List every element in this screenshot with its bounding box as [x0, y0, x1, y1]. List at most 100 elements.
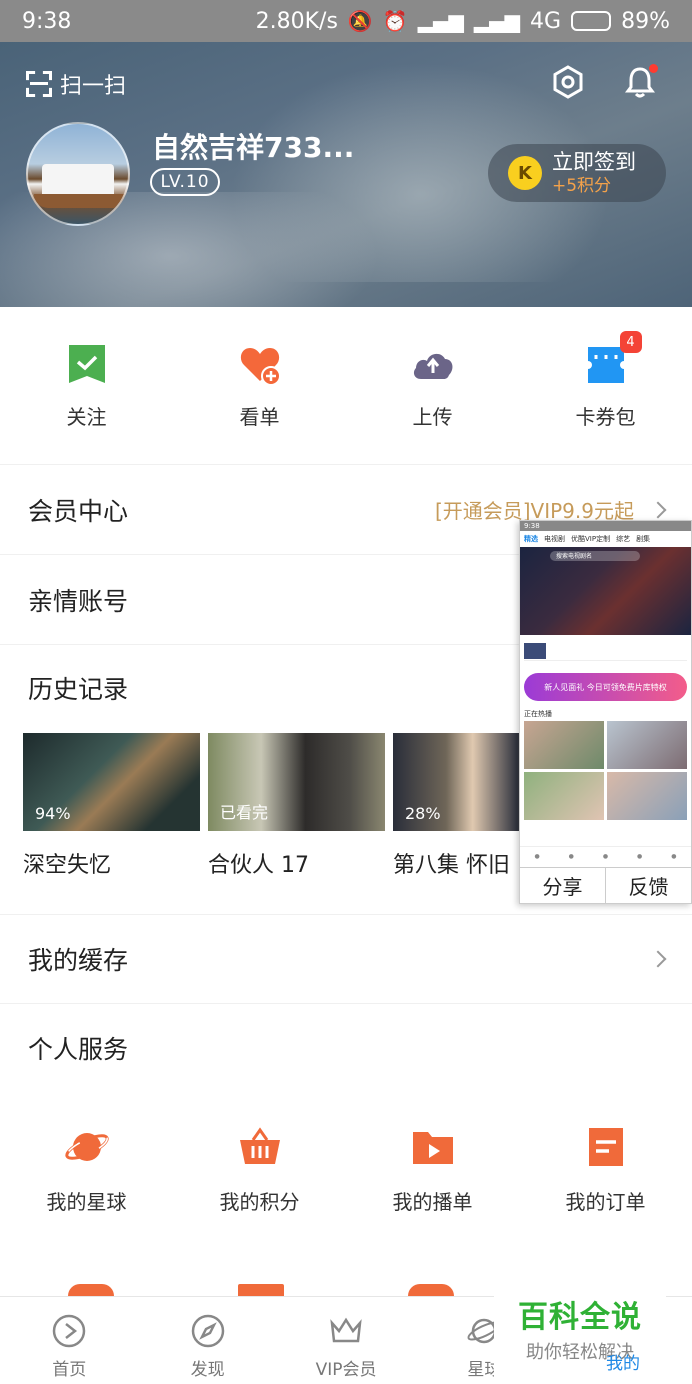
avatar-hull	[34, 194, 128, 208]
signal-icon-2: ▂▄▆	[473, 9, 521, 33]
history-progress: 28%	[405, 804, 441, 823]
watermark-title: 百科全说	[518, 1300, 642, 1335]
quick-label: 看单	[239, 405, 280, 429]
ticket-badge: 4	[619, 331, 642, 353]
history-progress: 已看完	[220, 803, 269, 822]
cloud-upload-icon	[413, 353, 452, 379]
heart-plus-icon	[240, 348, 281, 386]
mini-rows	[520, 635, 691, 667]
quick-watchlist[interactable]: 看单	[173, 307, 346, 464]
tab-label: VIP会员	[315, 1360, 377, 1380]
history-item[interactable]: 已看完 合伙人 17	[208, 733, 385, 879]
mini-tab: 优酷VIP定制	[571, 535, 611, 543]
tab-vip[interactable]: VIP会员	[277, 1297, 415, 1384]
service-orders[interactable]: 我的订单	[519, 1124, 692, 1215]
signin-button[interactable]: K 立即签到 +5积分	[488, 144, 666, 202]
screenshot-preview[interactable]: 9:38 精选 电视剧 优酷VIP定制 综艺 剧集 搜索电视剧名 新人见面礼 今…	[519, 520, 692, 904]
vip-center-title: 会员中心	[28, 496, 129, 526]
mini-hot-label: 正在热播	[524, 710, 552, 718]
history-list: 94% 深空失忆 已看完 合伙人 17 28% 第八集 怀旧	[23, 733, 570, 879]
mini-tab: 电视剧	[544, 535, 565, 543]
tab-discover[interactable]: 发现	[138, 1297, 276, 1384]
quick-actions: 关注 看单 上传 4 卡券包	[0, 307, 692, 465]
share-button[interactable]: 分享	[520, 868, 606, 903]
ticket-icon-wrap: 4	[583, 331, 642, 387]
status-bar: 9:38 2.80K/s 🔕 ⏰ ▂▄▆ ▂▄▆ 4G 89%	[0, 0, 692, 42]
service-label: 我的积分	[219, 1190, 300, 1214]
chevron-right-icon	[649, 501, 667, 518]
battery-percent: 89%	[621, 8, 670, 34]
mini-search: 搜索电视剧名	[550, 551, 640, 561]
history-thumbnail: 已看完	[208, 733, 385, 831]
order-icon	[588, 1128, 623, 1166]
mini-grid	[520, 721, 691, 820]
tab-label: 首页	[52, 1360, 87, 1380]
avatar-boat	[42, 164, 114, 198]
bookmark-icon	[68, 345, 105, 383]
quick-label: 上传	[412, 405, 453, 429]
scan-icon	[26, 71, 52, 97]
network-type: 4G	[530, 8, 562, 34]
chevron-right-icon	[649, 950, 667, 968]
mini-tab: 精选	[524, 535, 538, 543]
coin-icon: K	[508, 156, 542, 190]
mini-nav: 精选 电视剧 优酷VIP定制 综艺 剧集	[520, 531, 691, 547]
my-cache-title: 我的缓存	[28, 946, 129, 975]
services-grid: 我的星球 我的积分 我的播单 我的订单	[0, 1124, 692, 1215]
my-cache-row[interactable]: 我的缓存	[0, 914, 692, 1004]
basket-icon	[239, 1127, 280, 1164]
alarm-icon: ⏰	[382, 9, 408, 33]
tab-home[interactable]: 首页	[0, 1297, 138, 1384]
history-item[interactable]: 94% 深空失忆	[23, 733, 200, 879]
service-label: 我的订单	[565, 1190, 646, 1214]
play-circle-icon	[52, 1314, 86, 1348]
signin-reward: +5积分	[552, 176, 612, 196]
history-title: 历史记录	[28, 675, 129, 704]
mute-icon: 🔕	[347, 9, 373, 33]
network-speed: 2.80K/s	[255, 8, 338, 34]
signin-label: 立即签到	[552, 150, 636, 174]
service-playlist[interactable]: 我的播单	[346, 1124, 519, 1215]
status-time: 9:38	[22, 8, 72, 34]
service-label: 我的播单	[392, 1190, 473, 1214]
quick-tickets[interactable]: 4 卡券包	[519, 307, 692, 464]
history-name: 合伙人 17	[208, 853, 309, 878]
mini-line	[524, 641, 687, 661]
scan-button[interactable]: 扫一扫	[26, 68, 126, 100]
notification-button[interactable]	[622, 64, 658, 100]
watermark-tab-label: 我的	[606, 1354, 640, 1374]
crown-icon	[330, 1317, 362, 1343]
service-planet[interactable]: 我的星球	[0, 1124, 173, 1215]
tab-label: 发现	[190, 1360, 225, 1380]
mini-promo: 新人见面礼 今日可领免费片库特权	[524, 673, 687, 701]
planet-icon	[64, 1133, 109, 1161]
settings-icon[interactable]	[550, 64, 586, 100]
service-points[interactable]: 我的积分	[173, 1124, 346, 1215]
profile-header: 扫一扫 自然吉祥733... LV.10 K 立即签到 +5积分	[0, 42, 692, 307]
level-badge[interactable]: LV.10	[150, 168, 220, 196]
notification-dot	[649, 64, 658, 73]
preview-actions: 分享 反馈	[520, 867, 691, 903]
quick-follow[interactable]: 关注	[0, 307, 173, 464]
watermark: 百科全说 助你轻松解决 我的	[494, 1288, 666, 1380]
mini-tab: 剧集	[636, 535, 651, 543]
services-title: 个人服务	[28, 1035, 129, 1064]
quick-label: 卡券包	[575, 405, 636, 429]
signin-text: 立即签到 +5积分	[552, 149, 636, 197]
mini-time: 9:38	[524, 522, 540, 530]
mini-tab: 综艺	[616, 535, 631, 543]
scan-label: 扫一扫	[60, 74, 127, 99]
history-progress: 94%	[35, 804, 71, 823]
playlist-icon	[412, 1132, 453, 1164]
battery-icon	[571, 11, 612, 31]
username[interactable]: 自然吉祥733...	[152, 126, 354, 166]
avatar[interactable]	[26, 122, 130, 226]
service-label: 我的星球	[46, 1190, 127, 1214]
feedback-button[interactable]: 反馈	[606, 868, 691, 903]
mini-status-bar: 9:38	[520, 521, 691, 531]
history-name: 深空失忆	[23, 853, 112, 878]
quick-label: 关注	[66, 405, 107, 429]
status-right: 2.80K/s 🔕 ⏰ ▂▄▆ ▂▄▆ 4G 89%	[256, 9, 670, 34]
quick-upload[interactable]: 上传	[346, 307, 519, 464]
signal-icon: ▂▄▆	[417, 9, 464, 33]
